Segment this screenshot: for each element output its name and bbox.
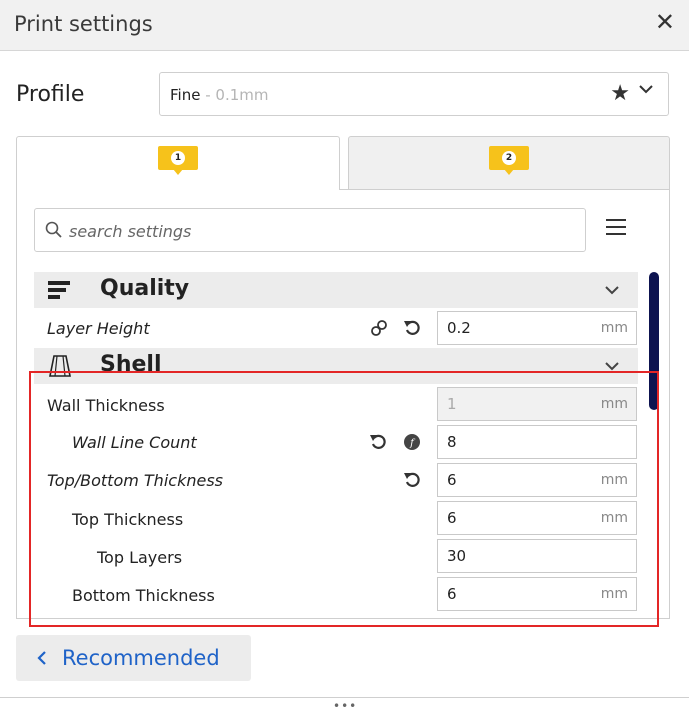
layer-height-unit: mm (600, 320, 628, 336)
title-bar: Print settings ✕ (0, 0, 689, 51)
profile-name: Fine (170, 86, 201, 104)
tab-extruder-2[interactable]: 2 (348, 136, 670, 190)
window-title: Print settings (14, 12, 153, 36)
quality-icon (48, 281, 70, 299)
recommended-button[interactable]: Recommended (16, 635, 251, 681)
layer-height-label: Layer Height (47, 319, 150, 338)
extruder-2-icon: 2 (489, 146, 529, 178)
extruder-2-number: 2 (502, 151, 516, 165)
search-box[interactable] (34, 208, 586, 252)
search-icon (45, 221, 62, 238)
star-icon[interactable]: ★ (610, 81, 630, 106)
resize-handle-icon[interactable]: ••• (333, 699, 357, 713)
layer-height-field[interactable]: 0.2 mm (437, 311, 637, 345)
extruder-1-icon: 1 (158, 146, 198, 178)
extruder-1-number: 1 (171, 151, 185, 165)
settings-menu-icon[interactable] (606, 219, 626, 237)
close-icon[interactable]: ✕ (655, 8, 675, 36)
profile-name-text: Fine - 0.1mm (170, 86, 268, 104)
reset-icon[interactable] (403, 318, 423, 338)
chevron-down-icon (605, 286, 619, 295)
chevron-left-icon (37, 651, 46, 665)
recommended-label: Recommended (62, 646, 220, 670)
link-icon[interactable] (370, 319, 388, 337)
search-input[interactable] (67, 219, 571, 243)
chevron-down-icon (639, 85, 653, 94)
highlight-box (29, 371, 659, 627)
layer-height-value: 0.2 (447, 319, 471, 337)
profile-label: Profile (16, 82, 85, 107)
profile-layer-suffix: - 0.1mm (200, 86, 269, 104)
bottom-divider (0, 697, 689, 698)
tab-extruder-1[interactable]: 1 (16, 136, 340, 190)
category-quality-label: Quality (100, 276, 190, 301)
profile-dropdown[interactable]: Fine - 0.1mm ★ (159, 72, 669, 116)
category-quality[interactable]: Quality (34, 272, 638, 308)
panel-divider (340, 189, 670, 190)
